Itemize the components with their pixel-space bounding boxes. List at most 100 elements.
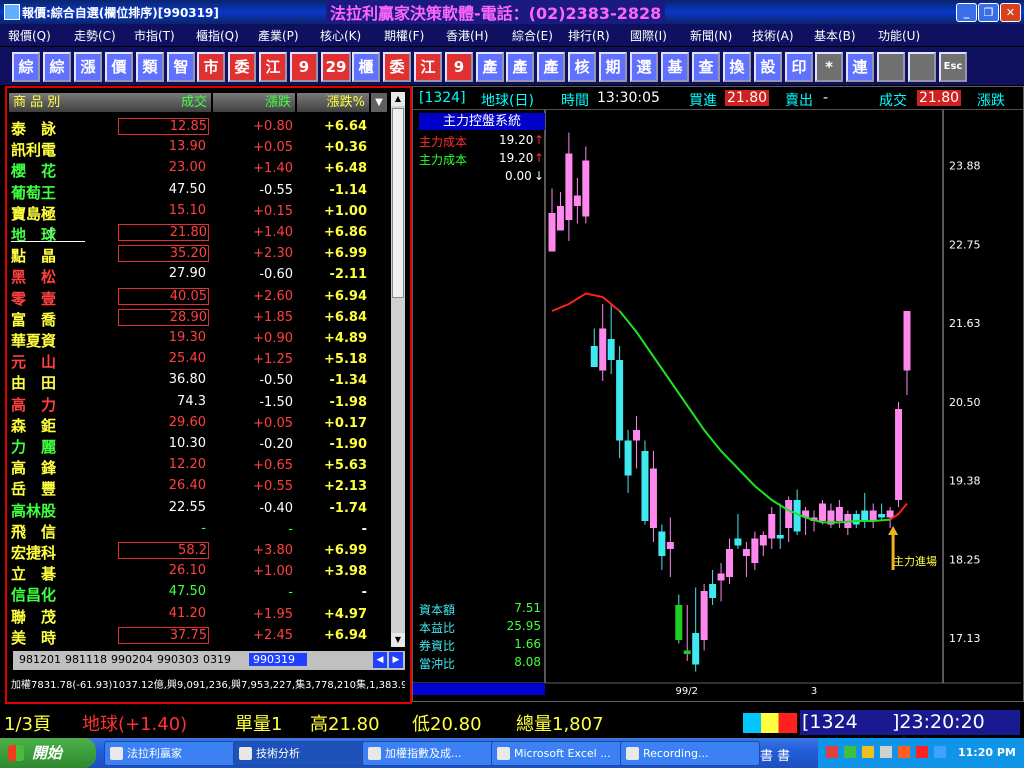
taskbar-task[interactable]: 加權指數及成... (362, 741, 502, 766)
menu-item-3[interactable]: 櫃指(Q) (196, 27, 239, 44)
stock-name[interactable]: 黑 松 (11, 266, 56, 287)
table-row[interactable]: 高林股 22.55 -0.40 -1.74 (7, 498, 387, 520)
toolbar-button-14[interactable]: 9 (445, 52, 473, 82)
toolbar-button-7[interactable]: 委 (228, 52, 256, 82)
table-row[interactable]: 高 力 74.3 -1.50 -1.98 (7, 392, 387, 415)
stock-name[interactable]: 寶島極 (11, 203, 56, 224)
tray-icon[interactable] (826, 746, 838, 758)
sheet-tab[interactable]: 990303 (157, 653, 199, 666)
taskbar-task[interactable]: 技術分析 (233, 741, 373, 766)
stock-name[interactable]: 森 鉅 (11, 415, 56, 436)
table-row[interactable]: 由 田 36.80 -0.50 -1.34 (7, 370, 387, 392)
candle-body[interactable] (903, 311, 911, 371)
candle-body[interactable] (878, 514, 886, 518)
stock-name[interactable]: 力 麗 (11, 436, 56, 457)
candle-body[interactable] (861, 510, 869, 522)
candle-body[interactable] (675, 605, 683, 640)
stock-name[interactable]: 葡萄王 (11, 182, 56, 203)
toolbar-button-19[interactable]: 期 (599, 52, 627, 82)
table-row[interactable]: 立 碁 26.10 +1.00 +3.98 (7, 561, 387, 584)
close-icon[interactable]: ✕ (1000, 3, 1021, 22)
candle-body[interactable] (624, 440, 632, 476)
tray-icon[interactable] (880, 746, 892, 758)
candle-body[interactable] (869, 510, 877, 522)
toolbar-button-20[interactable]: 選 (630, 52, 658, 82)
toolbar-button-11[interactable]: 櫃 (352, 52, 380, 82)
tray-icon[interactable] (934, 746, 946, 758)
toolbar-button-23[interactable]: 換 (723, 52, 751, 82)
stock-name[interactable]: 飛 信 (11, 521, 56, 542)
toolbar-button-4[interactable]: 類 (136, 52, 164, 82)
toolbar-button-5[interactable]: 智 (167, 52, 195, 82)
menu-item-5[interactable]: 核心(K) (320, 27, 361, 44)
menu-item-9[interactable]: 排行(R) (568, 27, 610, 44)
candle-body[interactable] (776, 535, 784, 539)
toolbar-button-0[interactable]: 綜 (12, 52, 40, 82)
menu-item-13[interactable]: 基本(B) (814, 27, 856, 44)
stock-name[interactable]: 信昌化 (11, 584, 56, 605)
table-row[interactable]: 美 時 37.75 +2.45 +6.94 (7, 625, 387, 648)
sheet-tab[interactable]: 981118 (65, 653, 107, 666)
candle-body[interactable] (607, 339, 615, 360)
candle-body[interactable] (582, 160, 590, 217)
menu-item-4[interactable]: 產業(P) (258, 27, 299, 44)
menu-item-7[interactable]: 香港(H) (446, 27, 488, 44)
header-pct[interactable]: 漲跌% (297, 93, 369, 112)
table-row[interactable]: 葡萄王 47.50 -0.55 -1.14 (7, 180, 387, 203)
table-row[interactable]: 聯 茂 41.20 +1.95 +4.97 (7, 604, 387, 627)
candle-body[interactable] (742, 549, 750, 556)
menu-item-0[interactable]: 報價(Q) (8, 27, 51, 44)
tab-scroll-left-icon[interactable]: ◀ (373, 652, 387, 668)
tray-icon[interactable] (862, 746, 874, 758)
stock-name[interactable]: 宏捷科 (11, 542, 56, 563)
start-button[interactable]: 開始 (0, 738, 96, 768)
restore-icon[interactable]: ❐ (978, 3, 999, 22)
menu-item-11[interactable]: 新聞(N) (690, 27, 732, 44)
toolbar-button-25[interactable]: 印 (785, 52, 813, 82)
table-row[interactable]: 櫻 花 23.00 +1.40 +6.48 (7, 158, 387, 180)
toolbar-button-30[interactable]: Esc (939, 52, 967, 82)
sheet-tab[interactable]: 990319 (249, 653, 307, 666)
table-row[interactable]: 點 晶 35.20 +2.30 +6.99 (7, 243, 387, 265)
menu-item-10[interactable]: 國際(I) (630, 27, 667, 44)
scroll-up-icon[interactable]: ▲ (391, 92, 405, 106)
table-row[interactable]: 飛 信--- (7, 519, 387, 542)
candle-body[interactable] (726, 549, 733, 577)
candle-body[interactable] (692, 633, 700, 665)
candle-body[interactable] (548, 213, 556, 252)
toolbar-button-1[interactable]: 綜 (43, 52, 71, 82)
taskbar-task[interactable]: Microsoft Excel ... (491, 741, 631, 766)
toolbar-button-27[interactable]: 連 (846, 52, 874, 82)
table-row[interactable]: 力 麗 10.30 -0.20 -1.90 (7, 434, 387, 457)
stock-name[interactable]: 聯 茂 (11, 606, 56, 627)
stock-name[interactable]: 立 碁 (11, 563, 56, 584)
toolbar-button-15[interactable]: 產 (476, 52, 504, 82)
table-row[interactable]: 泰 詠 12.85 +0.80 +6.64 (7, 116, 387, 138)
stock-name[interactable]: 高 力 (11, 394, 56, 415)
stock-name[interactable]: 美 時 (11, 627, 56, 648)
tray-icon[interactable] (916, 746, 928, 758)
toolbar-button-13[interactable]: 江 (414, 52, 442, 82)
sheet-tab[interactable]: 981201 (19, 653, 61, 666)
menu-item-14[interactable]: 功能(U) (878, 27, 920, 44)
toolbar-button-24[interactable]: 設 (754, 52, 782, 82)
indicator-title[interactable]: 主力控盤系統 (419, 113, 545, 130)
candle-body[interactable] (700, 591, 708, 640)
toolbar-button-6[interactable]: 市 (197, 52, 225, 82)
candle-body[interactable] (751, 538, 759, 564)
toolbar-button-22[interactable]: 查 (692, 52, 720, 82)
candle-body[interactable] (768, 514, 776, 539)
table-row[interactable]: 華夏資 19.30 +0.90 +4.89 (7, 328, 387, 350)
menu-item-2[interactable]: 市指(T) (134, 27, 175, 44)
candle-body[interactable] (573, 195, 581, 207)
toolbar-button-2[interactable]: 漲 (74, 52, 102, 82)
candle-body[interactable] (785, 500, 793, 528)
toolbar-button-28[interactable] (877, 52, 905, 82)
candle-body[interactable] (649, 468, 657, 529)
table-row[interactable]: 森 鉅 29.60 +0.05 +0.17 (7, 413, 387, 436)
scroll-down-icon[interactable]: ▼ (391, 633, 405, 647)
table-row[interactable]: 地 球 21.80 +1.40 +6.86 (7, 222, 387, 244)
candle-body[interactable] (709, 584, 717, 598)
stock-name[interactable]: 高 鋒 (11, 457, 56, 478)
taskbar-task[interactable]: Recording... (620, 741, 760, 766)
